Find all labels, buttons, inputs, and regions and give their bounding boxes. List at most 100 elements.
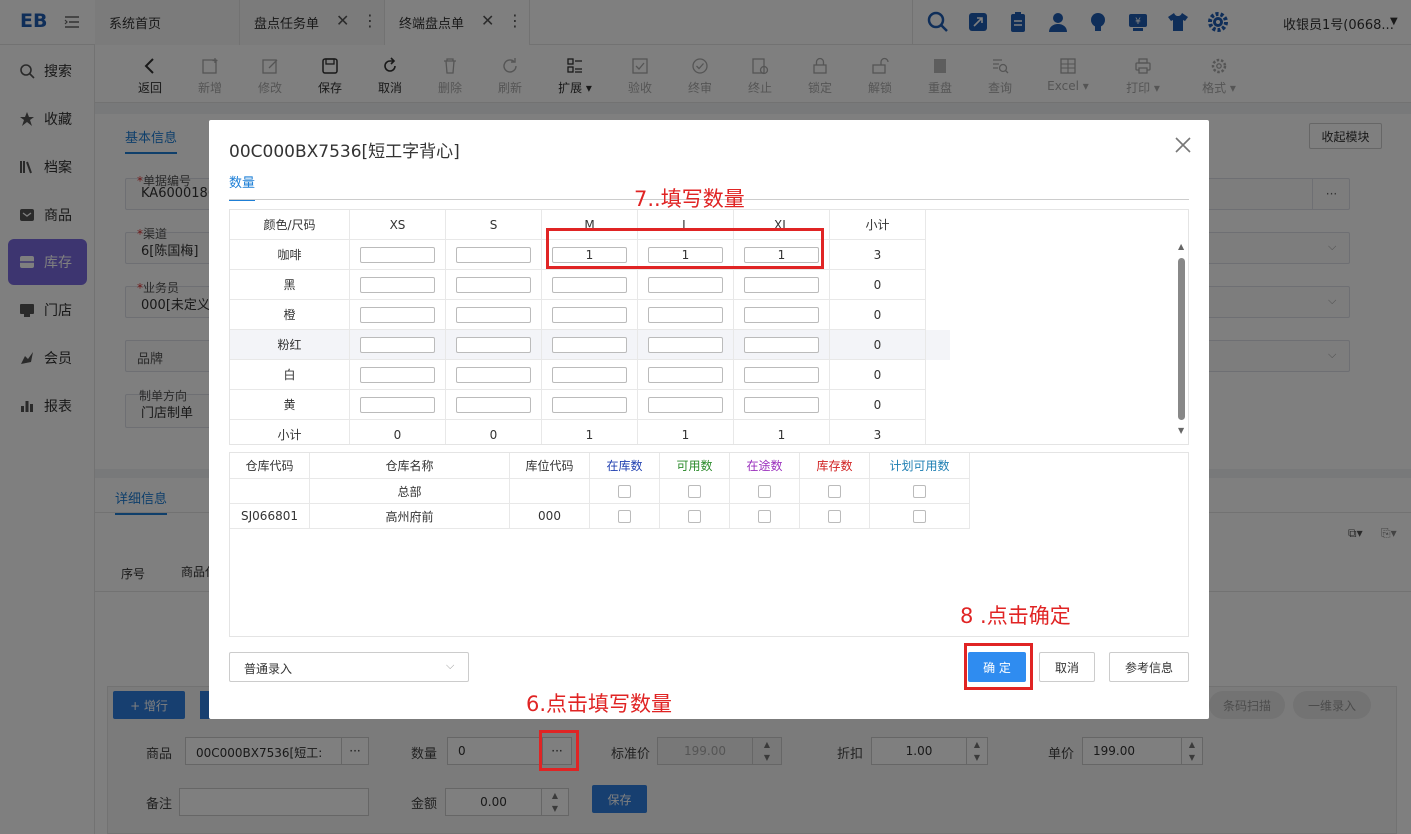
qty-input[interactable] — [360, 306, 435, 323]
qty-input[interactable] — [744, 276, 819, 293]
qty-input[interactable] — [360, 366, 435, 383]
wh-check-cell — [800, 504, 870, 529]
wh-check-cell — [870, 504, 970, 529]
qty-input[interactable] — [456, 396, 531, 413]
scrollbar[interactable]: ▲ ▼ — [1175, 240, 1188, 442]
qty-input[interactable] — [744, 396, 819, 413]
qty-input[interactable] — [744, 336, 819, 353]
color-label: 黑 — [230, 270, 350, 300]
wh-header-col: 计划可用数 — [870, 453, 970, 479]
annotation-box-qty-picker — [539, 730, 579, 771]
row-subtotal: 0 — [830, 360, 926, 390]
wh-header-col: 可用数 — [660, 453, 730, 479]
wh-check-cell — [730, 479, 800, 504]
tab-quantity[interactable]: 数量 — [229, 172, 256, 201]
wh-name: 高州府前 — [310, 504, 510, 529]
entry-mode-select[interactable]: 普通录入 ⌵ — [229, 652, 469, 682]
checkbox[interactable] — [828, 509, 841, 523]
checkbox[interactable] — [688, 509, 701, 523]
qty-cell — [446, 390, 542, 420]
qty-input[interactable] — [648, 366, 723, 383]
qty-input[interactable] — [360, 396, 435, 413]
wh-check-cell — [870, 479, 970, 504]
qty-input[interactable] — [552, 276, 627, 293]
row-subtotal: 0 — [830, 270, 926, 300]
qty-cell — [350, 360, 446, 390]
qty-cell — [734, 330, 830, 360]
qty-cell — [734, 360, 830, 390]
reference-info-button[interactable]: 参考信息 — [1109, 652, 1189, 682]
qty-cell — [734, 390, 830, 420]
checkbox[interactable] — [688, 484, 701, 498]
checkbox[interactable] — [828, 484, 841, 498]
qty-cell — [638, 300, 734, 330]
qty-cell — [350, 330, 446, 360]
color-label: 粉红 — [230, 330, 350, 360]
color-label: 黄 — [230, 390, 350, 420]
wh-check-cell — [590, 504, 660, 529]
row-subtotal: 3 — [830, 240, 926, 270]
color-label: 橙 — [230, 300, 350, 330]
qty-cell — [446, 240, 542, 270]
qty-input[interactable] — [456, 336, 531, 353]
checkbox[interactable] — [618, 509, 631, 523]
wh-code: SJ066801 — [230, 504, 310, 529]
qty-cell — [350, 300, 446, 330]
qty-input[interactable] — [552, 306, 627, 323]
wh-check-cell — [660, 504, 730, 529]
qty-input[interactable] — [648, 396, 723, 413]
entry-mode-value: 普通录入 — [244, 662, 293, 676]
chevron-down-icon: ⌵ — [446, 659, 455, 672]
scroll-up-icon[interactable]: ▲ — [1178, 242, 1184, 251]
qty-cell — [542, 360, 638, 390]
scroll-down-icon[interactable]: ▼ — [1178, 426, 1184, 435]
qty-cell — [542, 390, 638, 420]
qty-input[interactable] — [744, 366, 819, 383]
qty-input[interactable] — [360, 246, 435, 263]
qty-cell — [446, 300, 542, 330]
dialog-cancel-button[interactable]: 取消 — [1039, 652, 1095, 682]
scrollbar-thumb[interactable] — [1178, 258, 1185, 420]
close-icon[interactable] — [1173, 135, 1193, 155]
column-total: 1 — [542, 420, 638, 444]
annotation-step-7: 7..填写数量 — [634, 187, 745, 211]
checkbox[interactable] — [758, 509, 771, 523]
qty-input[interactable] — [552, 366, 627, 383]
wh-location: 000 — [510, 504, 590, 529]
column-total: 1 — [638, 420, 734, 444]
checkbox[interactable] — [758, 484, 771, 498]
qty-input[interactable] — [552, 396, 627, 413]
wh-name: 总部 — [310, 479, 510, 504]
qty-input[interactable] — [648, 336, 723, 353]
row-subtotal: 0 — [830, 300, 926, 330]
qty-input[interactable] — [456, 306, 531, 323]
qty-input[interactable] — [456, 276, 531, 293]
annotation-box-confirm — [964, 643, 1033, 690]
qty-input[interactable] — [456, 366, 531, 383]
wh-header-col: 在库数 — [590, 453, 660, 479]
checkbox[interactable] — [618, 484, 631, 498]
qty-input[interactable] — [552, 336, 627, 353]
wh-header-col: 库位代码 — [510, 453, 590, 479]
qty-input[interactable] — [648, 306, 723, 323]
checkbox[interactable] — [913, 509, 926, 523]
wh-header-col: 在途数 — [730, 453, 800, 479]
qty-input[interactable] — [360, 336, 435, 353]
qty-input[interactable] — [360, 276, 435, 293]
qty-input[interactable] — [456, 246, 531, 263]
grand-total: 3 — [830, 420, 926, 444]
column-total: 0 — [446, 420, 542, 444]
qty-cell — [542, 330, 638, 360]
qty-cell — [638, 330, 734, 360]
qty-cell — [350, 390, 446, 420]
qty-cell — [638, 390, 734, 420]
qty-input[interactable] — [648, 276, 723, 293]
dialog-title: 00C000BX7536[短工字背心] — [229, 142, 460, 162]
checkbox[interactable] — [913, 484, 926, 498]
qty-input[interactable] — [744, 306, 819, 323]
qty-cell — [542, 300, 638, 330]
qty-cell — [350, 240, 446, 270]
qty-cell — [446, 270, 542, 300]
total-label: 小计 — [230, 420, 350, 444]
row-subtotal: 0 — [830, 390, 926, 420]
